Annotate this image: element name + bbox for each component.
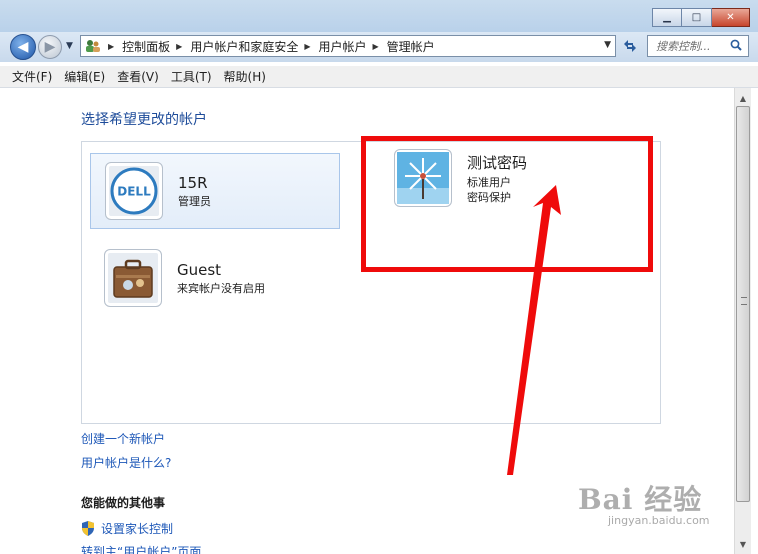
menu-bar: 文件(F) 编辑(E) 查看(V) 工具(T) 帮助(H): [0, 66, 758, 88]
page-title: 选择希望更改的帐户: [81, 112, 207, 128]
breadcrumb-item-user-accounts-family[interactable]: 用户帐户和家庭安全: [190, 38, 298, 55]
suitcase-avatar: [104, 249, 162, 307]
refresh-icon: [624, 40, 636, 52]
search-box: [647, 35, 749, 57]
task-label: 转到主“用户帐户”页面: [81, 545, 202, 554]
watermark-site: jingyan.baidu.com: [608, 514, 710, 527]
menu-view[interactable]: 查看(V): [117, 68, 159, 85]
breadcrumb-item-user-accounts[interactable]: 用户帐户: [319, 38, 367, 55]
account-tile-15r[interactable]: DELL 15R 管理员: [90, 153, 340, 229]
annotation-arrow: [507, 185, 561, 475]
what-is-user-account-link[interactable]: 用户帐户是什么?: [81, 454, 171, 471]
menu-help[interactable]: 帮助(H): [224, 68, 266, 85]
menu-edit[interactable]: 编辑(E): [64, 68, 105, 85]
control-panel-users-icon: [84, 38, 102, 54]
other-tasks-heading: 您能做的其他事: [81, 496, 166, 510]
breadcrumb-item-manage-accounts[interactable]: 管理帐户: [387, 38, 435, 55]
account-name: Guest: [177, 260, 222, 279]
search-icon[interactable]: [730, 39, 742, 51]
watermark-brand: Bai 经验: [578, 483, 703, 516]
breadcrumb-separator[interactable]: ▶: [176, 42, 182, 51]
parental-controls-link[interactable]: 设置家长控制: [81, 520, 173, 537]
scroll-down-icon[interactable]: ▼: [735, 536, 751, 552]
maximize-button[interactable]: □: [682, 8, 712, 27]
close-button[interactable]: ✕: [712, 8, 750, 27]
dell-logo-avatar: DELL: [105, 162, 163, 220]
menu-file[interactable]: 文件(F): [12, 68, 52, 85]
uac-shield-icon: [82, 521, 94, 536]
breadcrumb-separator[interactable]: ▶: [304, 42, 310, 51]
window-controls: ▁ □ ✕: [652, 8, 750, 27]
go-to-main-accounts-link[interactable]: 转到主“用户帐户”页面: [81, 543, 201, 554]
scrollbar-thumb[interactable]: [736, 106, 750, 502]
scroll-up-icon[interactable]: ▲: [735, 90, 751, 106]
breadcrumb-item-control-panel[interactable]: 控制面板: [122, 38, 170, 55]
menu-tools[interactable]: 工具(T): [171, 68, 212, 85]
search-input[interactable]: [656, 39, 728, 53]
account-name: 15R: [178, 173, 208, 192]
breadcrumb-separator: ▶: [108, 41, 115, 51]
breadcrumb-separator[interactable]: ▶: [373, 42, 379, 51]
watermark: Bai 经验 jingyan.baidu.com: [578, 478, 738, 532]
address-bar[interactable]: ▶ 控制面板 ▶ 用户帐户和家庭安全 ▶ 用户帐户 ▶ 管理帐户 ▼: [80, 35, 616, 57]
minimize-button[interactable]: ▁: [652, 8, 682, 27]
forward-button[interactable]: ▶: [38, 35, 62, 59]
back-button[interactable]: ◀: [10, 34, 36, 60]
scrollbar-grip: [741, 297, 747, 305]
address-dropdown-icon[interactable]: ▼: [604, 40, 611, 50]
task-label: 设置家长控制: [101, 522, 174, 536]
breadcrumb: 控制面板 ▶ 用户帐户和家庭安全 ▶ 用户帐户 ▶ 管理帐户: [122, 38, 435, 55]
account-status: 来宾帐户没有启用: [177, 281, 265, 295]
refresh-button[interactable]: [618, 35, 642, 57]
svg-text:DELL: DELL: [117, 185, 151, 199]
create-account-link[interactable]: 创建一个新帐户: [81, 430, 165, 447]
account-tile-guest[interactable]: Guest 来宾帐户没有启用: [90, 240, 340, 316]
window-title-bar: ▁ □ ✕: [0, 0, 758, 32]
recent-pages-dropdown[interactable]: ▼: [66, 41, 73, 51]
account-type: 管理员: [178, 194, 211, 208]
